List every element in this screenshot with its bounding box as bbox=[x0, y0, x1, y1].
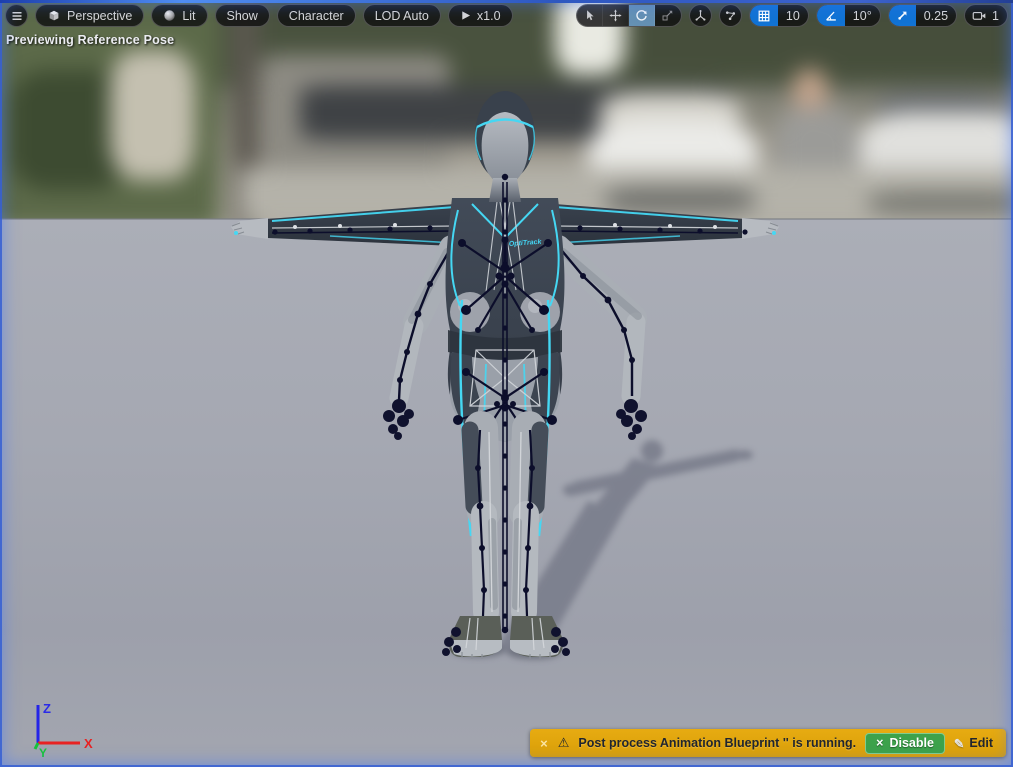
camera-speed-control[interactable]: 1 bbox=[964, 4, 1008, 27]
viewport-toolbar: Perspective Lit Show Character LOD Auto bbox=[5, 4, 1008, 27]
hamburger-menu-icon bbox=[11, 10, 23, 22]
y-axis-label: Y bbox=[39, 746, 47, 760]
disable-label: Disable bbox=[889, 736, 933, 750]
scale-arrows-icon bbox=[661, 9, 674, 22]
character-label: Character bbox=[289, 9, 344, 23]
edit-pencil-icon: ✎ bbox=[954, 736, 964, 751]
rotation-snap-control: 10° bbox=[816, 4, 881, 27]
notification-close-icon[interactable]: × bbox=[540, 736, 548, 751]
camera-speed-icon-seg bbox=[965, 5, 990, 26]
disable-x-icon: × bbox=[876, 736, 883, 750]
show-menu-button[interactable]: Show bbox=[215, 4, 270, 27]
edit-label: Edit bbox=[969, 736, 993, 750]
play-speed-label: x1.0 bbox=[477, 9, 501, 23]
rotation-snap-toggle[interactable] bbox=[817, 5, 845, 26]
perspective-mode-button[interactable]: Perspective bbox=[35, 4, 144, 27]
gizmo-axes-icon bbox=[694, 9, 707, 22]
angle-icon bbox=[824, 9, 838, 23]
play-icon bbox=[460, 10, 471, 21]
model-right-hand-markers bbox=[616, 399, 647, 440]
rotate-arrows-icon bbox=[635, 9, 648, 22]
select-cursor-icon bbox=[583, 9, 596, 22]
perspective-cube-icon bbox=[47, 9, 61, 23]
scale-snap-arrow-icon bbox=[896, 9, 909, 22]
scale-snap-control: 0.25 bbox=[888, 4, 957, 27]
post-process-notification: × ⚠ Post process Animation Blueprint '' … bbox=[530, 729, 1006, 757]
move-arrows-icon bbox=[609, 9, 622, 22]
select-tool-button[interactable] bbox=[577, 5, 603, 26]
lod-label: LOD Auto bbox=[375, 9, 429, 23]
grid-snap-value[interactable]: 10 bbox=[778, 5, 808, 26]
rotation-snap-value[interactable]: 10° bbox=[845, 5, 880, 26]
lod-auto-button[interactable]: LOD Auto bbox=[363, 4, 441, 27]
notification-message: Post process Animation Blueprint '' is r… bbox=[578, 736, 856, 750]
grid-snap-control: 10 bbox=[749, 4, 809, 27]
world-axis-gizmo: Z X Y bbox=[24, 697, 102, 761]
toolbar-right-group: 10 10° 0. bbox=[576, 4, 1008, 27]
x-axis-label: X bbox=[84, 736, 93, 751]
model-left-hand-markers bbox=[383, 399, 414, 440]
z-axis-label: Z bbox=[43, 701, 51, 716]
scale-tool-button[interactable] bbox=[655, 5, 681, 26]
animation-preview-viewport[interactable]: OptiTrack bbox=[0, 0, 1013, 767]
rotate-tool-button[interactable] bbox=[629, 5, 655, 26]
show-label: Show bbox=[227, 9, 258, 23]
character-menu-button[interactable]: Character bbox=[277, 4, 356, 27]
coordinate-system-button[interactable] bbox=[689, 4, 712, 27]
snap-nodes-icon bbox=[724, 9, 737, 22]
playback-speed-button[interactable]: x1.0 bbox=[448, 4, 513, 27]
perspective-label: Perspective bbox=[67, 9, 132, 23]
scale-snap-value[interactable]: 0.25 bbox=[916, 5, 956, 26]
surface-snapping-button[interactable] bbox=[719, 4, 742, 27]
scale-snap-toggle[interactable] bbox=[889, 5, 916, 26]
lit-mode-button[interactable]: Lit bbox=[151, 4, 207, 27]
edit-button[interactable]: ✎ Edit bbox=[954, 736, 993, 751]
toolbar-left-group: Perspective Lit Show Character LOD Auto bbox=[5, 4, 513, 27]
warning-icon: ⚠ bbox=[558, 735, 570, 751]
lit-label: Lit bbox=[182, 9, 195, 23]
model-head bbox=[475, 91, 535, 202]
translate-tool-button[interactable] bbox=[603, 5, 629, 26]
character-3d-model[interactable]: OptiTrack bbox=[0, 0, 1013, 767]
y-axis-line bbox=[35, 743, 38, 749]
model-legs bbox=[442, 428, 570, 659]
lit-sphere-icon bbox=[163, 9, 176, 22]
disable-button[interactable]: × Disable bbox=[865, 733, 945, 754]
viewport-options-menu-button[interactable] bbox=[5, 4, 28, 27]
grid-icon bbox=[757, 9, 771, 23]
grid-snap-toggle[interactable] bbox=[750, 5, 778, 26]
camera-icon bbox=[972, 9, 987, 22]
preview-status-label: Previewing Reference Pose bbox=[6, 33, 174, 47]
camera-speed-value: 1 bbox=[990, 5, 1007, 26]
transform-tools-group bbox=[576, 4, 682, 27]
